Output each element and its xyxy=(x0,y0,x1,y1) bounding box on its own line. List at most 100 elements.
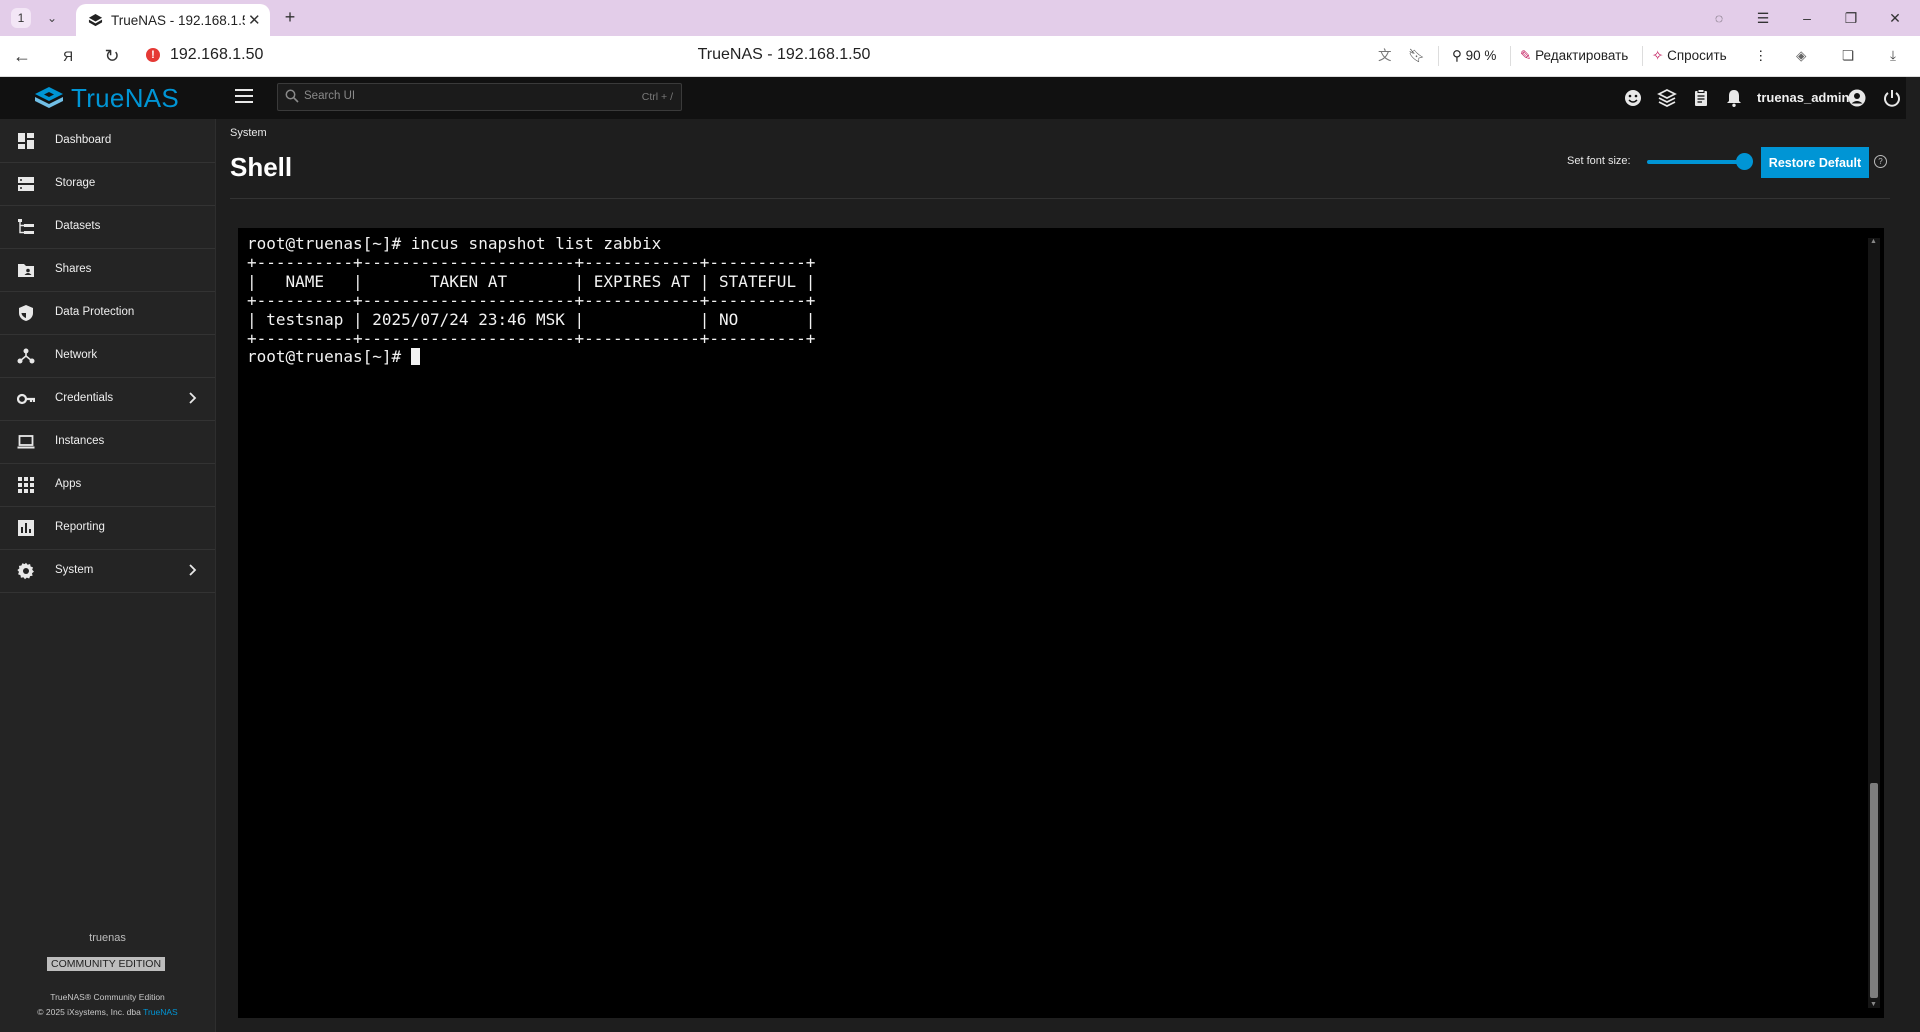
hostname-label: truenas xyxy=(89,932,126,944)
terminal-line: | testsnap | 2025/07/24 23:46 MSK | | NO… xyxy=(247,309,816,329)
search-shortcut: Ctrl + / xyxy=(641,91,673,103)
chevron-right-icon xyxy=(189,392,197,404)
download-icon[interactable]: ⤓ xyxy=(1890,45,1896,67)
truenas-logo-icon[interactable] xyxy=(32,85,66,111)
sidebar-item-shares[interactable]: Shares xyxy=(0,248,215,292)
ask-sparkle-icon: ✧ xyxy=(1652,48,1664,63)
extension-icon[interactable]: ◈ xyxy=(1796,45,1806,67)
edit-label: Редактировать xyxy=(1535,48,1629,63)
truecommand-icon[interactable] xyxy=(1657,88,1677,108)
zoom-search-icon: ⚲ xyxy=(1452,48,1462,63)
breadcrumb[interactable]: System xyxy=(230,127,267,139)
zoom-level: 90 % xyxy=(1465,48,1497,63)
more-menu-icon[interactable]: ⋮ xyxy=(1754,45,1768,67)
gear-icon xyxy=(17,562,34,580)
laptop-icon xyxy=(17,435,35,449)
chart-icon xyxy=(18,520,34,536)
apps-grid-icon xyxy=(18,477,34,493)
terminal-scrollbar-thumb[interactable] xyxy=(1870,783,1878,998)
tab-list-chevron-icon[interactable]: ⌄ xyxy=(42,8,62,28)
truenas-favicon-icon xyxy=(88,13,103,27)
page-scrollbar[interactable] xyxy=(1906,77,1920,1032)
jobs-clipboard-icon[interactable] xyxy=(1691,88,1711,108)
chevron-right-icon xyxy=(189,564,197,576)
scroll-down-arrow-icon[interactable]: ▼ xyxy=(1870,1001,1877,1008)
sidebar-item-datasets[interactable]: Datasets xyxy=(0,205,215,249)
font-size-label: Set font size: xyxy=(1567,155,1631,167)
browser-address-bar: ← Я ↻ ! 192.168.1.50 TrueNAS - 192.168.1… xyxy=(0,36,1920,77)
profile-icon[interactable]: ◌ xyxy=(1708,8,1730,28)
restore-window-icon[interactable]: ❐ xyxy=(1840,8,1862,28)
sidebar-item-instances[interactable]: Instances xyxy=(0,420,215,464)
sidebar-item-dashboard[interactable]: Dashboard xyxy=(0,119,215,163)
user-account-icon[interactable] xyxy=(1847,88,1867,108)
font-size-slider-track[interactable] xyxy=(1647,160,1747,164)
truenas-link[interactable]: TrueNAS xyxy=(143,1007,178,1017)
browser-menu-icon[interactable]: ☰ xyxy=(1752,8,1774,28)
sidebar-item-network[interactable]: Network xyxy=(0,334,215,378)
bookmark-icon[interactable]: 🔖︎ xyxy=(1408,45,1425,67)
font-size-slider-handle[interactable] xyxy=(1736,153,1753,170)
search-placeholder: Search UI xyxy=(304,90,356,102)
sidebar-item-label: Credentials xyxy=(55,392,114,404)
feedback-smiley-icon[interactable] xyxy=(1623,88,1643,108)
shield-icon xyxy=(19,305,33,321)
datasets-icon xyxy=(18,219,34,234)
edit-pencil-icon: ✎ xyxy=(1520,48,1532,63)
sidebar: Dashboard Storage Datasets Shares Data P… xyxy=(0,119,216,1032)
app-header: TrueNAS Search UI Ctrl + / truenas_admin xyxy=(0,77,1920,119)
hamburger-menu-icon[interactable] xyxy=(235,89,253,103)
power-icon[interactable] xyxy=(1882,88,1902,108)
search-input[interactable]: Search UI Ctrl + / xyxy=(277,83,682,111)
terminal-line: +----------+----------------------+-----… xyxy=(247,252,816,272)
scroll-up-arrow-icon[interactable]: ▲ xyxy=(1870,238,1877,245)
header-divider xyxy=(230,198,1890,199)
terminal-scrollbar[interactable]: ▲ ▼ xyxy=(1868,238,1880,1008)
terminal-line: root@truenas[~]# incus snapshot list zab… xyxy=(247,234,662,253)
sidebar-item-label: Network xyxy=(55,349,98,361)
page-title: Shell xyxy=(230,152,293,182)
edit-button[interactable]: ✎ Редактировать xyxy=(1520,45,1628,67)
collections-icon[interactable]: ❏ xyxy=(1842,45,1854,67)
zoom-indicator[interactable]: ⚲ 90 % xyxy=(1452,45,1496,67)
shares-icon xyxy=(18,264,34,277)
terminal-cursor xyxy=(410,348,420,366)
edition-badge: COMMUNITY EDITION xyxy=(47,957,166,971)
sidebar-item-label: Shares xyxy=(55,263,92,275)
help-icon[interactable]: ? xyxy=(1874,155,1887,168)
sidebar-item-apps[interactable]: Apps xyxy=(0,463,215,507)
tab-count-button[interactable]: 1 xyxy=(11,8,31,28)
sidebar-item-data-protection[interactable]: Data Protection xyxy=(0,291,215,335)
logo-text[interactable]: TrueNAS xyxy=(71,83,179,114)
sidebar-item-credentials[interactable]: Credentials xyxy=(0,377,215,421)
new-tab-plus-icon[interactable]: + xyxy=(280,8,300,28)
terminal-line: +----------+----------------------+-----… xyxy=(247,290,816,310)
network-icon xyxy=(17,348,35,364)
notifications-bell-icon[interactable] xyxy=(1724,88,1744,108)
terminal[interactable]: root@truenas[~]# incus snapshot list zab… xyxy=(238,228,1884,1018)
tab-close-icon[interactable]: ✕ xyxy=(248,11,261,29)
sidebar-item-label: Data Protection xyxy=(55,306,135,318)
browser-tab-bar: 1 ⌄ TrueNAS - 192.168.1.50 ✕ + ◌ ☰ – ❐ ✕ xyxy=(0,0,1920,36)
sidebar-item-label: Apps xyxy=(55,478,82,490)
copyright-prefix: © 2025 iXsystems, Inc. dba xyxy=(37,1007,144,1017)
sidebar-item-system[interactable]: System xyxy=(0,549,215,593)
close-window-icon[interactable]: ✕ xyxy=(1884,8,1906,28)
minimize-icon[interactable]: – xyxy=(1796,8,1818,28)
copyright-line-2: © 2025 iXsystems, Inc. dba TrueNAS xyxy=(0,1007,215,1017)
sidebar-item-storage[interactable]: Storage xyxy=(0,162,215,206)
translate-icon[interactable]: 文 xyxy=(1378,45,1392,67)
tab-title: TrueNAS - 192.168.1.50 xyxy=(111,13,245,28)
restore-default-button[interactable]: Restore Default xyxy=(1761,147,1869,178)
browser-tab[interactable]: TrueNAS - 192.168.1.50 ✕ xyxy=(76,4,270,36)
ask-button[interactable]: ✧ Спросить xyxy=(1652,45,1727,67)
key-icon xyxy=(17,393,35,405)
sidebar-item-reporting[interactable]: Reporting xyxy=(0,506,215,550)
sidebar-item-label: Reporting xyxy=(55,521,105,533)
copyright-line-1: TrueNAS® Community Edition xyxy=(50,992,165,1002)
dashboard-icon xyxy=(18,133,34,149)
search-icon xyxy=(285,89,299,103)
sidebar-item-label: Instances xyxy=(55,435,105,447)
terminal-prompt: root@truenas[~]# xyxy=(247,347,411,367)
username-label[interactable]: truenas_admin xyxy=(1757,90,1849,105)
